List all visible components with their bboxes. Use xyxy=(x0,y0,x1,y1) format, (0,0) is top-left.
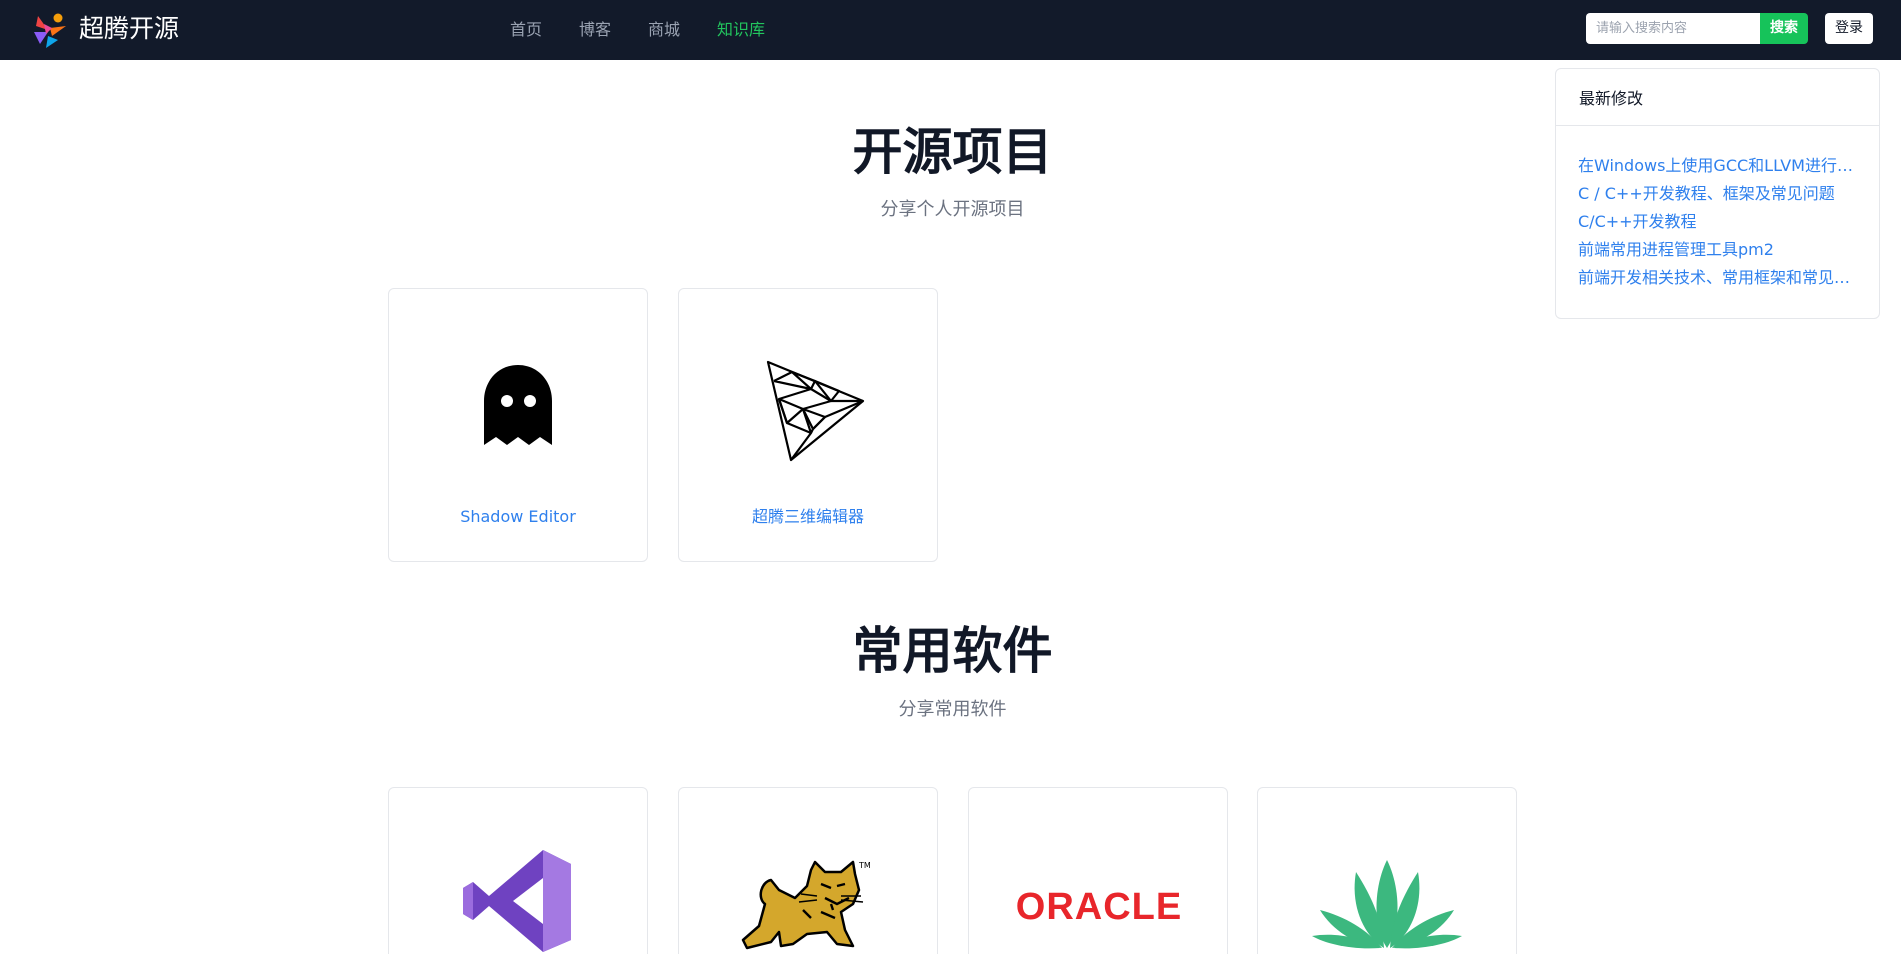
nav-shop[interactable]: 商城 xyxy=(648,18,680,42)
oracle-icon: ORACLE xyxy=(1016,888,1182,924)
search-button[interactable]: 搜索 xyxy=(1760,13,1808,44)
nav-blog[interactable]: 博客 xyxy=(579,18,611,42)
triangle-mesh-icon xyxy=(766,360,865,462)
recent-item[interactable]: C/C++开发教程 xyxy=(1578,211,1863,233)
software-card-oracle[interactable]: ORACLE xyxy=(968,787,1228,954)
top-navigation-bar: 超腾开源 首页 博客 商城 知识库 搜索 登录 xyxy=(0,0,1901,60)
oracle-logo-text: ORACLE xyxy=(1016,888,1182,924)
svg-text:TM: TM xyxy=(858,861,871,870)
logo-icon[interactable] xyxy=(30,10,70,50)
recent-item[interactable]: 在Windows上使用GCC和LLVM进行C/C++开发 xyxy=(1578,155,1863,177)
project-card-shadow-editor[interactable]: Shadow Editor xyxy=(388,288,648,562)
recent-item[interactable]: C / C++开发教程、框架及常见问题 xyxy=(1578,183,1863,205)
main-nav: 首页 博客 商城 知识库 xyxy=(510,18,802,42)
nav-home[interactable]: 首页 xyxy=(510,18,542,42)
project-label[interactable]: 超腾三维编辑器 xyxy=(679,505,937,529)
software-subtitle: 分享常用软件 xyxy=(898,699,1007,720)
search-input[interactable] xyxy=(1586,13,1761,44)
login-button[interactable]: 登录 xyxy=(1825,13,1873,44)
recent-changes-title: 最新修改 xyxy=(1579,89,1644,108)
nav-knowledge-base[interactable]: 知识库 xyxy=(717,18,765,42)
software-card-visual-studio[interactable] xyxy=(388,787,648,954)
software-card-tomcat[interactable]: TM xyxy=(678,787,938,954)
recent-item[interactable]: 前端常用进程管理工具pm2 xyxy=(1578,239,1863,261)
software-title: 常用软件 xyxy=(852,622,1053,680)
projects-subtitle: 分享个人开源项目 xyxy=(880,199,1025,220)
recent-item[interactable]: 前端开发相关技术、常用框架和常见问题 xyxy=(1578,267,1863,289)
project-card-3d-editor[interactable]: 超腾三维编辑器 xyxy=(678,288,938,562)
tomcat-icon: TM xyxy=(741,860,871,950)
brand-name[interactable]: 超腾开源 xyxy=(79,12,179,46)
visual-studio-icon xyxy=(463,850,571,952)
aloe-plant-icon xyxy=(1312,860,1462,949)
software-card-plant[interactable] xyxy=(1257,787,1517,954)
projects-title: 开源项目 xyxy=(852,123,1053,181)
project-label[interactable]: Shadow Editor xyxy=(389,505,647,529)
panel-divider xyxy=(1556,125,1879,126)
ghost-icon xyxy=(484,365,552,445)
